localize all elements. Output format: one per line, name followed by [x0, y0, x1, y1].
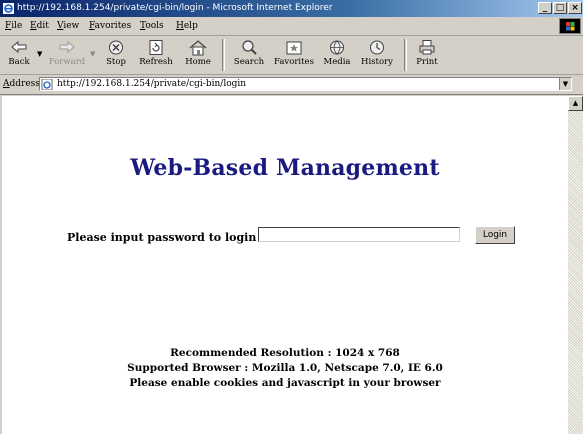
title-bar[interactable]: http://192.168.1.254/private/cgi-bin/log… — [0, 0, 583, 17]
media-globe-icon — [330, 40, 344, 55]
back-arrow-icon — [11, 40, 27, 54]
menu-file[interactable]: File — [5, 21, 22, 31]
address-url: http://192.168.1.254/private/cgi-bin/log… — [57, 79, 247, 89]
printer-icon — [419, 40, 435, 55]
vertical-scrollbar[interactable]: ▲ — [568, 96, 583, 434]
forward-arrow-icon — [59, 40, 75, 54]
browser-note: Supported Browser : Mozilla 1.0, Netscap… — [127, 362, 443, 374]
page-content: Web-Based Management Please input passwo… — [2, 96, 568, 434]
stop-button[interactable]: Stop — [100, 37, 132, 73]
history-icon — [370, 40, 384, 55]
favorites-icon — [286, 41, 302, 55]
page-icon — [41, 79, 53, 90]
browser-window: http://192.168.1.254/private/cgi-bin/log… — [0, 0, 583, 434]
home-icon — [189, 40, 207, 56]
windows-logo-icon — [559, 18, 581, 34]
address-bar: Address http://192.168.1.254/private/cgi… — [0, 75, 583, 95]
forward-dropdown-icon[interactable]: ▼ — [90, 50, 95, 58]
refresh-button[interactable]: Refresh — [134, 37, 178, 73]
menu-edit[interactable]: Edit — [30, 21, 49, 31]
menu-view[interactable]: View — [57, 21, 79, 31]
back-dropdown-icon[interactable]: ▼ — [37, 50, 42, 58]
search-button[interactable]: Search — [228, 37, 270, 73]
menu-favorites[interactable]: Favorites — [89, 21, 131, 31]
toolbar: Back ▼ Forward ▼ Stop Refresh Home Searc… — [0, 36, 583, 75]
password-input[interactable] — [258, 227, 460, 242]
resolution-note: Recommended Resolution : 1024 x 768 — [170, 347, 400, 359]
close-button[interactable]: × — [568, 2, 582, 14]
toolbar-separator — [222, 39, 225, 71]
window-title: http://192.168.1.254/private/cgi-bin/log… — [17, 3, 333, 13]
ie-page-icon — [3, 3, 14, 14]
password-label: Please input password to login : — [67, 231, 265, 244]
address-field[interactable]: http://192.168.1.254/private/cgi-bin/log… — [39, 77, 572, 91]
home-button[interactable]: Home — [180, 37, 216, 73]
toolbar-separator — [404, 39, 407, 71]
address-label: Address — [3, 79, 40, 89]
minimize-button[interactable]: _ — [538, 2, 552, 14]
scroll-up-arrow-icon[interactable]: ▲ — [568, 96, 583, 111]
page-title: Web-Based Management — [130, 155, 440, 181]
menu-help[interactable]: Help — [176, 21, 198, 31]
search-icon — [242, 40, 257, 55]
print-button[interactable]: Print — [410, 37, 444, 73]
maximize-button[interactable]: □ — [553, 2, 567, 14]
menu-tools[interactable]: Tools — [140, 21, 164, 31]
history-button[interactable]: History — [356, 37, 398, 73]
forward-button[interactable]: Forward — [47, 37, 87, 73]
address-dropdown-icon[interactable]: ▼ — [559, 78, 571, 90]
favorites-button[interactable]: Favorites — [272, 37, 316, 73]
stop-icon — [109, 40, 123, 55]
media-button[interactable]: Media — [320, 37, 354, 73]
login-button[interactable]: Login — [475, 226, 515, 244]
menu-bar: File Edit View Favorites Tools Help — [0, 17, 583, 36]
cookies-note: Please enable cookies and javascript in … — [129, 377, 441, 389]
back-button[interactable]: Back — [3, 37, 35, 73]
refresh-icon — [149, 40, 163, 55]
